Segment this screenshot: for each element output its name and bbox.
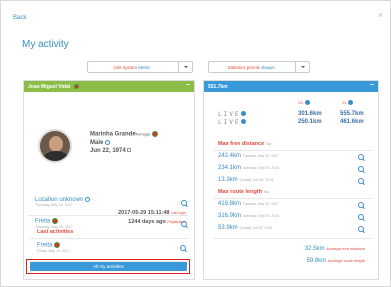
average-route-length-label: Average route length bbox=[327, 258, 365, 263]
max-route-length-qualifier: Top bbox=[263, 190, 270, 194]
back-link[interactable]: Back bbox=[13, 15, 26, 21]
info-icon[interactable] bbox=[241, 111, 247, 116]
info-icon[interactable] bbox=[241, 119, 247, 124]
table-row[interactable]: 419.8km Tuesday, May 02, 2017 bbox=[218, 201, 373, 210]
live-logo: LIVE bbox=[218, 111, 241, 118]
max-free-distance-title: Max free distance bbox=[218, 141, 265, 147]
user-country: Portugal bbox=[135, 132, 150, 137]
all-activities-button[interactable]: All my activities bbox=[30, 262, 187, 271]
portugal-flag-icon bbox=[73, 84, 79, 90]
unit-system-value: Metric bbox=[138, 65, 151, 70]
table-row[interactable]: 53.9km Sunday, Jul 03, 2016 bbox=[218, 225, 373, 234]
divider bbox=[30, 238, 188, 239]
distance-value: 234.1km bbox=[218, 165, 242, 171]
distance-date: Saturday, Sep 03, 2016 bbox=[242, 166, 280, 170]
page-title: My activity bbox=[22, 39, 69, 50]
portugal-flag-icon bbox=[52, 218, 59, 224]
portugal-flag-icon bbox=[151, 131, 158, 137]
divider bbox=[213, 150, 373, 151]
distance-value: 13.3km bbox=[218, 177, 238, 183]
chevron-down-icon[interactable] bbox=[178, 62, 192, 72]
user-location: Marinha Grande bbox=[90, 131, 136, 138]
list-item[interactable]: Freita Friday, May 19, 2017 bbox=[37, 242, 194, 260]
unit-system-label: Unit system bbox=[113, 65, 137, 70]
info-icon[interactable] bbox=[347, 100, 353, 105]
divider bbox=[28, 215, 188, 216]
male-icon bbox=[105, 139, 111, 145]
statistics-period-value: Always bbox=[260, 65, 275, 70]
distance-date: Sunday, Jun 26, 2016 bbox=[239, 178, 274, 182]
list-item[interactable]: Location unknown Thursday, May 18, 2017 bbox=[35, 197, 195, 215]
stats-panel-header: 551.7km − bbox=[204, 81, 378, 92]
chevron-down-icon[interactable] bbox=[295, 62, 309, 72]
search-icon[interactable] bbox=[358, 202, 365, 209]
distance-value: 242.4km bbox=[218, 153, 242, 159]
search-icon[interactable] bbox=[181, 200, 188, 207]
search-icon[interactable] bbox=[358, 178, 365, 185]
search-icon[interactable] bbox=[358, 166, 365, 173]
calendar-icon bbox=[127, 148, 132, 153]
search-icon bbox=[85, 197, 91, 202]
divider bbox=[213, 238, 373, 239]
search-icon[interactable] bbox=[358, 154, 365, 161]
profile-panel-header: Joao Miguel Vidal − bbox=[24, 81, 194, 92]
stats-header-title: 551.7km bbox=[208, 84, 228, 90]
list-item[interactable]: Freita Thursday, May 18, 2017 bbox=[35, 218, 195, 236]
user-gender: Male bbox=[90, 139, 104, 146]
route-value: 419.8km bbox=[218, 201, 242, 207]
profile-name: Joao Miguel Vidal bbox=[28, 84, 71, 90]
live-xl-value: 461.6km bbox=[340, 119, 364, 125]
live-xc-value: 301.6km bbox=[298, 111, 322, 117]
route-value: 316.9km bbox=[218, 213, 242, 219]
table-row[interactable]: 316.9km Saturday, Sep 03, 2016 bbox=[218, 213, 373, 222]
search-icon[interactable] bbox=[180, 245, 187, 252]
xc-label: XC bbox=[298, 100, 304, 105]
minimize-icon[interactable]: − bbox=[370, 82, 374, 89]
activity-name[interactable]: Freita bbox=[35, 219, 50, 225]
activity-date: Friday, May 19, 2017 bbox=[37, 248, 70, 253]
live-logo: LIVE bbox=[218, 119, 241, 126]
route-date: Tuesday, May 02, 2017 bbox=[242, 202, 279, 206]
statistics-period-label: Statistics period bbox=[227, 65, 260, 70]
activity-date: Thursday, May 18, 2017 bbox=[35, 224, 73, 229]
search-icon[interactable] bbox=[358, 214, 365, 221]
activity-date: Thursday, May 18, 2017 bbox=[35, 203, 73, 208]
average-route-length-value: 59.8km bbox=[306, 258, 327, 264]
statistics-period-select[interactable]: Statistics period Always bbox=[208, 61, 310, 73]
search-icon[interactable] bbox=[358, 226, 365, 233]
profile-panel: Joao Miguel Vidal − Marinha GrandePortug… bbox=[23, 80, 195, 280]
table-row[interactable]: 234.1km Saturday, Sep 03, 2016 bbox=[218, 165, 373, 174]
user-birthdate: Jun 22, 1974 bbox=[90, 147, 126, 154]
live-xc-value: 250.1km bbox=[298, 119, 322, 125]
close-icon[interactable]: × bbox=[378, 11, 383, 20]
average-free-distance-label: Average free distance bbox=[326, 246, 365, 251]
table-row[interactable]: 242.4km Tuesday, May 02, 2017 bbox=[218, 153, 373, 162]
minimize-icon[interactable]: − bbox=[186, 82, 190, 89]
max-free-distance-qualifier: Top bbox=[265, 142, 272, 146]
search-icon[interactable] bbox=[181, 221, 188, 228]
max-route-length-title: Max route length bbox=[218, 189, 263, 195]
info-icon[interactable] bbox=[304, 100, 310, 105]
route-date: Sunday, Jul 03, 2016 bbox=[239, 226, 272, 230]
xl-label: XL bbox=[342, 100, 347, 105]
live-row: LIVE 250.1km 461.6km bbox=[218, 119, 368, 128]
unit-system-select[interactable]: Unit system Metric bbox=[87, 61, 193, 73]
portugal-flag-icon bbox=[54, 242, 61, 248]
route-date: Saturday, Sep 03, 2016 bbox=[242, 214, 280, 218]
avatar bbox=[38, 129, 72, 163]
divider bbox=[213, 198, 373, 199]
activity-name[interactable]: Freita bbox=[37, 243, 52, 249]
live-xl-value: 555.7km bbox=[340, 111, 364, 117]
route-value: 53.9km bbox=[218, 225, 238, 231]
table-row[interactable]: 13.3km Sunday, Jun 26, 2016 bbox=[218, 177, 373, 186]
distance-date: Tuesday, May 02, 2017 bbox=[242, 154, 279, 158]
average-free-distance-value: 32.5km bbox=[304, 246, 325, 252]
